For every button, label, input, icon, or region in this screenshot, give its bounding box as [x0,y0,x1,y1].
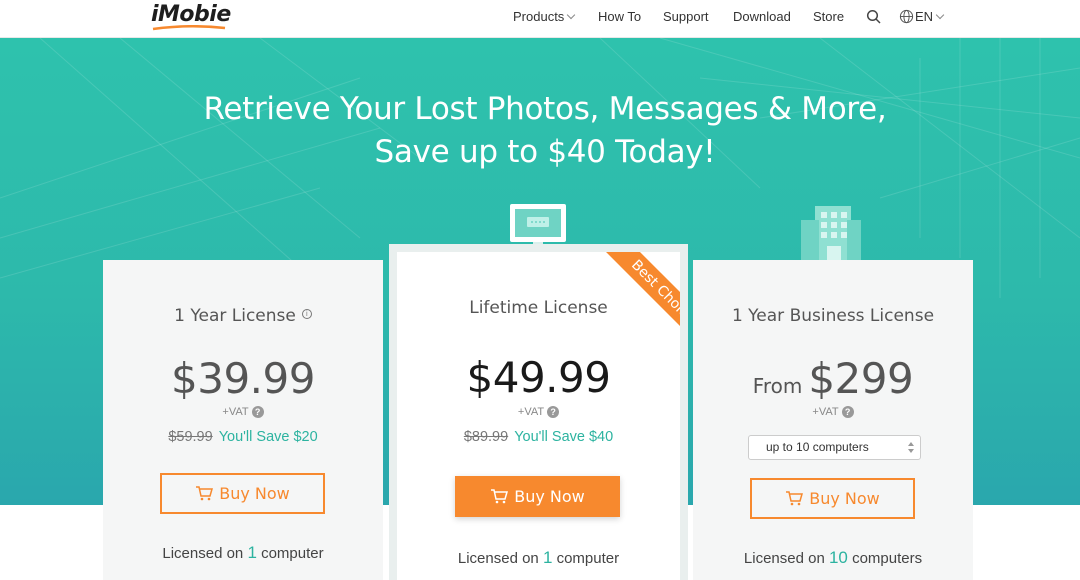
buy-now-button[interactable]: Buy Now [455,476,620,517]
info-icon[interactable]: i [301,309,312,319]
savings-row: $89.99 You'll Save $40 [397,429,680,445]
plan-price: From $299 [752,354,914,403]
top-nav: iMobie Products How To Support Download … [0,0,1080,38]
plan-title: 1 Year Business License [731,306,935,326]
plan-price: $39.99 [171,354,315,403]
license-info: Licensed on 10 computers [743,548,923,567]
chevron-down-icon [567,10,576,20]
help-icon[interactable]: ? [547,406,560,418]
help-icon[interactable]: ? [841,406,854,418]
globe-icon [899,9,914,24]
cart-icon [196,485,214,500]
nav-menu: Products How To Support Download Store E… [0,9,1080,29]
nav-item-support[interactable]: Support [663,9,709,24]
plan-title: Lifetime License [469,298,608,318]
cart-icon [786,490,804,505]
plan-price: $49.99 [466,353,611,402]
vat-label: +VAT? [103,406,383,418]
nav-item-store[interactable]: Store [813,9,844,24]
plan-card-lifetime: Best Choice Lifetime License $49.99 +VAT… [397,252,680,580]
vat-label: +VAT? [397,406,680,418]
nav-item-how-to[interactable]: How To [598,9,641,24]
savings-text: You'll Save $40 [514,429,614,445]
computers-select[interactable]: up to 10 computers [748,435,921,460]
original-price: $59.99 [168,429,213,445]
license-info: Licensed on 1 computer [162,543,324,562]
nav-item-download[interactable]: Download [733,9,791,24]
best-choice-ribbon: Best Choice [578,252,680,342]
plan-title: 1 Year License i [103,306,383,326]
help-icon[interactable]: ? [251,406,264,418]
plan-card-business: 1 Year Business License From $299 +VAT? u… [693,260,973,580]
license-info: Licensed on 1 computer [457,548,620,567]
original-price: $89.99 [463,429,509,445]
buy-now-button[interactable]: Buy Now [750,478,915,519]
savings-row: $59.99 You'll Save $20 [103,429,383,445]
search-icon[interactable] [866,9,882,25]
vat-label: +VAT? [693,406,973,418]
cart-icon [491,488,509,503]
hero-title: Retrieve Your Lost Photos, Messages & Mo… [203,91,887,170]
buy-now-button[interactable]: Buy Now [160,473,325,514]
language-selector[interactable]: EN [915,9,945,24]
plan-card-1-year: 1 Year License i $39.99 +VAT? $59.99 You'l… [103,260,383,580]
nav-item-products[interactable]: Products [513,9,576,24]
chevron-down-icon [935,10,945,20]
building-icon [801,206,861,262]
select-arrows-icon [908,442,914,453]
monitor-icon [510,204,566,252]
savings-text: You'll Save $20 [218,429,318,445]
